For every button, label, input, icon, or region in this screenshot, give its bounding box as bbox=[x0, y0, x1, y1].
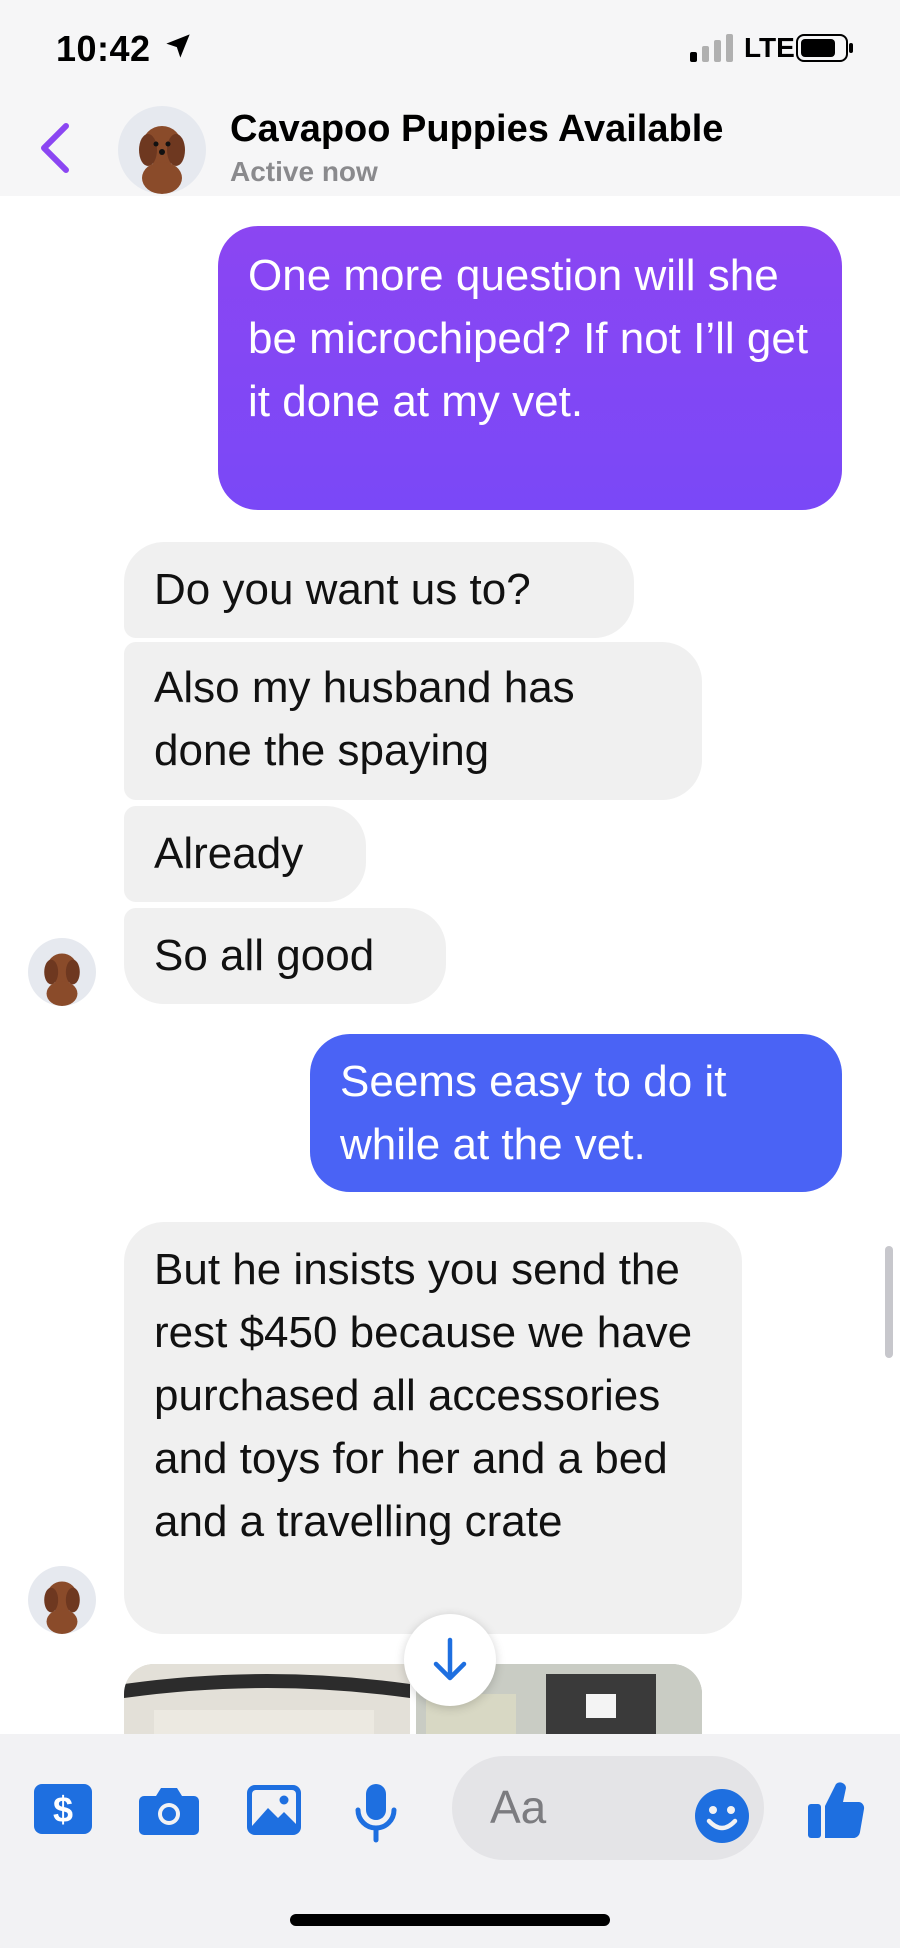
svg-text:$: $ bbox=[53, 1789, 73, 1830]
conversation-header: Cavapoo Puppies Available Active now bbox=[0, 100, 900, 196]
cellular-signal-icon bbox=[690, 34, 733, 62]
scroll-to-bottom-button[interactable] bbox=[404, 1614, 496, 1706]
message-received[interactable]: So all good bbox=[124, 908, 446, 1004]
message-received[interactable]: Already bbox=[124, 806, 366, 902]
message-received[interactable]: But he insists you send the rest $450 be… bbox=[124, 1222, 742, 1634]
status-bar: 10:42 LTE bbox=[0, 0, 900, 100]
emoji-icon[interactable] bbox=[694, 1788, 750, 1844]
status-time: 10:42 bbox=[56, 28, 151, 69]
microphone-icon[interactable] bbox=[354, 1784, 398, 1844]
contact-avatar[interactable] bbox=[118, 106, 206, 194]
contact-name[interactable]: Cavapoo Puppies Available bbox=[230, 108, 723, 151]
active-status: Active now bbox=[230, 156, 378, 187]
network-type: LTE bbox=[744, 32, 795, 63]
scrollbar[interactable] bbox=[885, 1246, 893, 1358]
arrow-down-icon bbox=[433, 1637, 467, 1681]
home-indicator bbox=[290, 1914, 610, 1926]
payment-dollar-icon[interactable]: $ bbox=[34, 1784, 92, 1834]
sender-avatar[interactable] bbox=[28, 938, 96, 1006]
location-arrow-icon bbox=[166, 34, 190, 58]
attachment-photo[interactable] bbox=[124, 1664, 410, 1734]
thumbs-up-icon[interactable] bbox=[808, 1778, 866, 1840]
sender-avatar[interactable] bbox=[28, 1566, 96, 1634]
back-chevron-icon[interactable] bbox=[38, 122, 72, 174]
camera-icon[interactable] bbox=[138, 1784, 200, 1836]
message-received[interactable]: Do you want us to? bbox=[124, 542, 634, 638]
message-sent[interactable]: Seems easy to do it while at the vet. bbox=[310, 1034, 842, 1192]
message-input-placeholder: Aa bbox=[490, 1781, 547, 1833]
message-sent[interactable]: One more question will she be microchipe… bbox=[218, 226, 842, 510]
image-gallery-icon[interactable] bbox=[246, 1784, 302, 1836]
battery-icon bbox=[796, 34, 853, 62]
message-received[interactable]: Also my husband has done the spaying bbox=[124, 642, 702, 800]
